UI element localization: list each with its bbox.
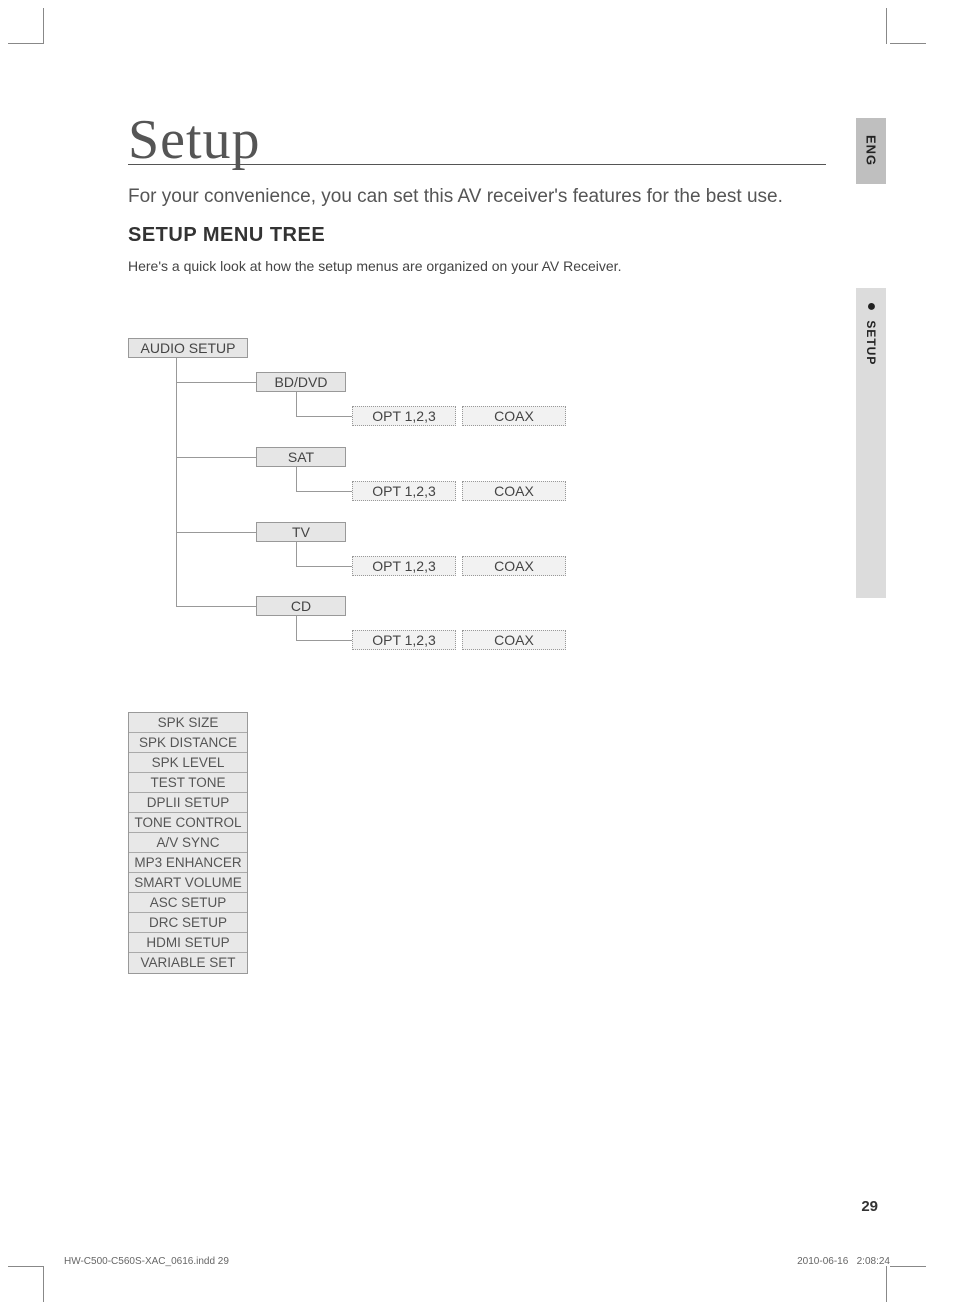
tree-leaf-coax: COAX — [462, 556, 566, 576]
section-tab: ● SETUP — [856, 288, 886, 598]
tree-item: HDMI SETUP — [129, 933, 247, 953]
tree-item: ASC SETUP — [129, 893, 247, 913]
tree-leaf-coax: COAX — [462, 630, 566, 650]
tree-leaf-opt: OPT 1,2,3 — [352, 406, 456, 426]
tree-connector — [296, 416, 352, 417]
tree-item: SMART VOLUME — [129, 873, 247, 893]
tree-node-tv: TV — [256, 522, 346, 542]
tree-item: A/V SYNC — [129, 833, 247, 853]
tree-leaf-coax: COAX — [462, 481, 566, 501]
tree-connector — [296, 467, 297, 491]
tree-item-list: SPK SIZE SPK DISTANCE SPK LEVEL TEST TON… — [128, 712, 248, 974]
tree-leaf-opt: OPT 1,2,3 — [352, 556, 456, 576]
page-number: 29 — [861, 1198, 878, 1215]
tree-connector — [296, 491, 352, 492]
section-tab-label: ● SETUP — [862, 298, 880, 365]
tree-root-audio-setup: AUDIO SETUP — [128, 338, 248, 358]
footer-timestamp: 2010-06-16 2:08:24 — [797, 1256, 890, 1267]
bullet-icon: ● — [863, 298, 880, 316]
tree-node-sat: SAT — [256, 447, 346, 467]
tree-item: DPLII SETUP — [129, 793, 247, 813]
tree-item: VARIABLE SET — [129, 953, 247, 973]
intro-text: For your convenience, you can set this A… — [128, 186, 783, 208]
tree-item: SPK SIZE — [129, 713, 247, 733]
tree-connector — [176, 358, 177, 606]
section-tab-text: SETUP — [864, 320, 878, 365]
tree-item: DRC SETUP — [129, 913, 247, 933]
footer-time: 2:08:24 — [857, 1256, 890, 1267]
tree-leaf-coax: COAX — [462, 406, 566, 426]
tree-connector — [176, 457, 256, 458]
language-tab: ENG — [856, 118, 886, 184]
tree-connector — [296, 640, 352, 641]
tree-item: SPK DISTANCE — [129, 733, 247, 753]
tree-item: MP3 ENHANCER — [129, 853, 247, 873]
menu-tree: AUDIO SETUP BD/DVD OPT 1,2,3 COAX SAT OP… — [128, 338, 628, 998]
title-underline — [128, 164, 826, 165]
language-label: ENG — [864, 135, 879, 166]
tree-connector — [176, 532, 256, 533]
footer-date: 2010-06-16 — [797, 1256, 848, 1267]
page-title: Setup — [128, 108, 261, 172]
tree-connector — [296, 566, 352, 567]
tree-connector — [296, 616, 297, 640]
footer-filename: HW-C500-C560S-XAC_0616.indd 29 — [64, 1256, 229, 1267]
tree-leaf-opt: OPT 1,2,3 — [352, 481, 456, 501]
tree-item: SPK LEVEL — [129, 753, 247, 773]
tree-leaf-opt: OPT 1,2,3 — [352, 630, 456, 650]
tree-item: TONE CONTROL — [129, 813, 247, 833]
section-subtitle: Here's a quick look at how the setup men… — [128, 258, 621, 274]
tree-item: TEST TONE — [129, 773, 247, 793]
tree-node-cd: CD — [256, 596, 346, 616]
tree-node-bddvd: BD/DVD — [256, 372, 346, 392]
section-title: SETUP MENU TREE — [128, 224, 325, 247]
tree-connector — [296, 392, 297, 416]
tree-connector — [176, 606, 256, 607]
tree-connector — [176, 382, 256, 383]
tree-connector — [296, 542, 297, 566]
